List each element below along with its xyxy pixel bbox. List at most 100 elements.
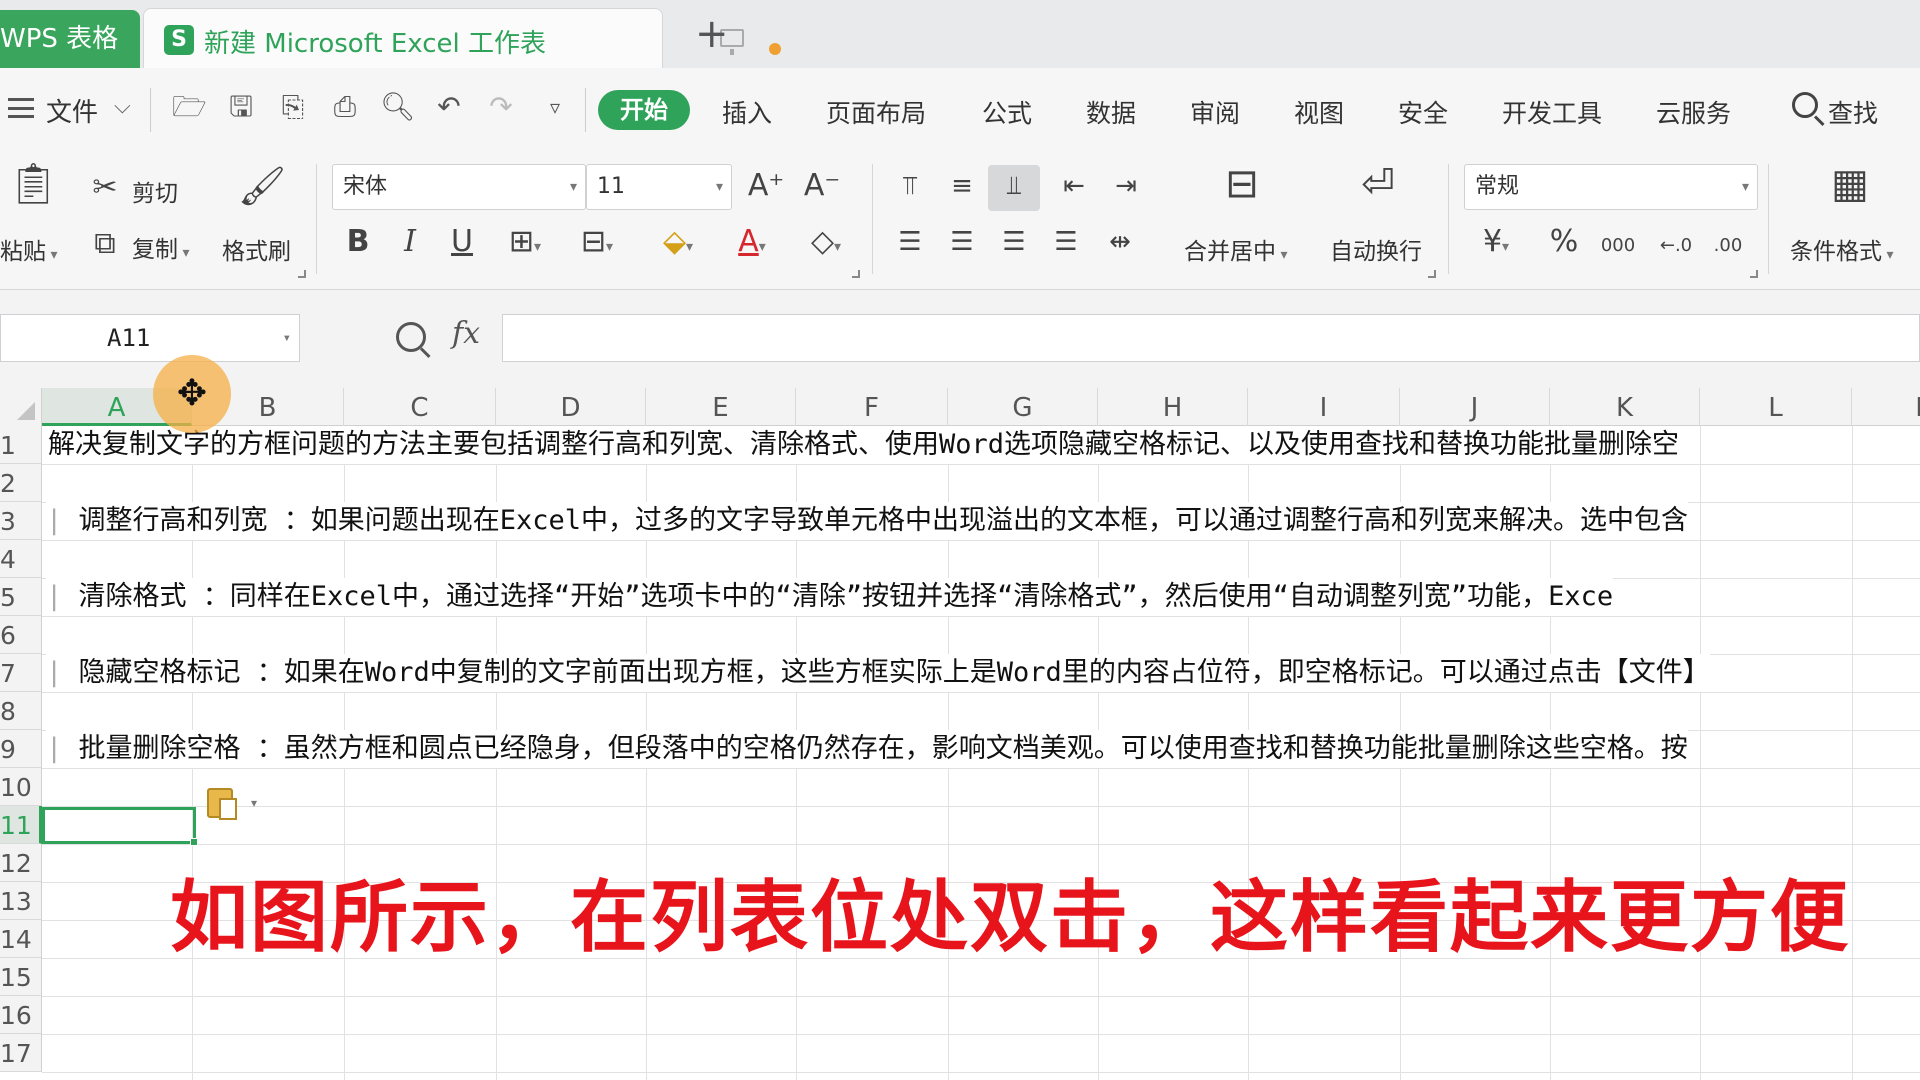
eraser-icon[interactable]: ◇▾ xyxy=(796,224,856,265)
export-icon[interactable]: ⎘ xyxy=(276,90,310,124)
select-all-corner[interactable] xyxy=(0,388,42,426)
tab-formulas[interactable]: 公式 xyxy=(982,94,1032,130)
cell-a9[interactable]: | 批量删除空格 ：虽然方框和圆点已经隐身，但段落中的空格仍然存在，影响文档美观… xyxy=(46,730,1688,768)
menu-file[interactable]: 文件 xyxy=(46,92,98,129)
row-header[interactable]: 6 xyxy=(0,616,42,654)
alignment-launcher-icon[interactable] xyxy=(1428,270,1436,278)
row-header[interactable]: 5 xyxy=(0,578,42,616)
row-header[interactable]: 9 xyxy=(0,730,42,768)
new-tab-button[interactable]: + xyxy=(695,14,729,54)
tab-view[interactable]: 视图 xyxy=(1294,94,1344,130)
formula-input[interactable] xyxy=(502,314,1920,362)
zoom-search-icon[interactable] xyxy=(396,322,426,352)
column-header-e[interactable]: E xyxy=(646,388,796,426)
cut-button[interactable]: 剪切 xyxy=(132,174,178,208)
cell-a3[interactable]: | 调整行高和列宽 ：如果问题出现在Excel中，过多的文字导致单元格中出现溢出… xyxy=(46,502,1689,540)
row-header[interactable]: 8 xyxy=(0,692,42,730)
tab-data[interactable]: 数据 xyxy=(1086,94,1136,130)
align-middle-icon[interactable]: ≡ xyxy=(942,168,982,204)
tab-cloud-services[interactable]: 云服务 xyxy=(1656,94,1731,130)
distributed-align-icon[interactable]: ⇹ xyxy=(1098,224,1142,260)
row-header-active[interactable]: 11 xyxy=(0,806,42,844)
justify-icon[interactable]: ☰ xyxy=(1046,224,1086,260)
tab-start[interactable]: 开始 xyxy=(598,90,690,130)
increase-indent-icon[interactable]: ⇥ xyxy=(1106,168,1146,204)
row-header[interactable]: 17 xyxy=(0,1034,42,1072)
increase-font-size-button[interactable]: A⁺ xyxy=(744,168,788,204)
hamburger-menu-icon[interactable] xyxy=(8,98,34,118)
paste-icon[interactable]: 📋︎ xyxy=(8,164,59,216)
font-launcher-icon[interactable] xyxy=(852,270,860,278)
font-size-select[interactable]: 11 ▾ xyxy=(586,164,732,210)
merge-center-icon[interactable]: ⊟ xyxy=(1214,164,1270,216)
row-header[interactable]: 3 xyxy=(0,502,42,540)
paste-button[interactable]: 粘贴 ▾ xyxy=(0,232,57,266)
tab-wps-home[interactable]: WPS 表格 xyxy=(0,10,140,68)
decrease-decimal-icon[interactable]: .00 xyxy=(1706,228,1750,264)
align-right-icon[interactable]: ☰ xyxy=(994,224,1034,260)
column-header-f[interactable]: F xyxy=(796,388,948,426)
row-header[interactable]: 10 xyxy=(0,768,42,806)
align-bottom-icon[interactable]: ⫫ xyxy=(994,168,1034,204)
cell-a7[interactable]: | 隐藏空格标记 ：如果在Word中复制的文字前面出现方框，这些方框实际上是Wo… xyxy=(46,654,1710,692)
row-header[interactable]: 13 xyxy=(0,882,42,920)
customize-toolbar-icon[interactable]: ▿ xyxy=(538,90,572,124)
italic-button[interactable]: I xyxy=(392,224,428,260)
clipboard-launcher-icon[interactable] xyxy=(298,270,306,278)
percent-button[interactable]: % xyxy=(1544,224,1584,260)
scissors-icon[interactable]: ✂ xyxy=(88,170,122,206)
spreadsheet-grid[interactable]: A B C D E F G H I J K L M 1 2 3 4 5 xyxy=(0,388,1920,1080)
active-cell-a11[interactable] xyxy=(42,807,196,844)
column-header-g[interactable]: G xyxy=(948,388,1098,426)
tab-page-layout[interactable]: 页面布局 xyxy=(826,94,926,130)
currency-icon[interactable]: ¥▾ xyxy=(1466,224,1526,265)
cell-a5[interactable]: | 清除格式 ：同样在Excel中，通过选择“开始”选项卡中的“清除”按钮并选择… xyxy=(46,578,1614,616)
column-header-m[interactable]: M xyxy=(1852,388,1920,426)
column-header-j[interactable]: J xyxy=(1400,388,1550,426)
align-center-icon[interactable]: ☰ xyxy=(942,224,982,260)
align-top-icon[interactable]: ⫪ xyxy=(890,168,930,204)
align-left-icon[interactable]: ☰ xyxy=(890,224,930,260)
row-header[interactable]: 12 xyxy=(0,844,42,882)
bold-button[interactable]: B xyxy=(340,224,376,260)
column-header-i[interactable]: I xyxy=(1248,388,1400,426)
font-color-button[interactable]: A▾ xyxy=(722,224,782,265)
column-header-l[interactable]: L xyxy=(1700,388,1852,426)
row-header[interactable]: 4 xyxy=(0,540,42,578)
conditional-format-icon[interactable]: ▦ xyxy=(1822,164,1878,216)
column-header-c[interactable]: C xyxy=(344,388,496,426)
decrease-indent-icon[interactable]: ⇤ xyxy=(1054,168,1094,204)
conditional-format-button[interactable]: 条件格式 ▾ xyxy=(1790,232,1893,266)
redo-icon[interactable]: ↷ xyxy=(484,90,518,124)
copy-icon[interactable]: ⧉ xyxy=(88,226,122,262)
paste-options-button[interactable]: ▾ xyxy=(207,788,265,822)
row-header[interactable]: 16 xyxy=(0,996,42,1034)
wrap-text-icon[interactable]: ⏎ xyxy=(1350,164,1406,216)
tab-developer[interactable]: 开发工具 xyxy=(1502,94,1602,130)
wrap-text-button[interactable]: 自动换行 xyxy=(1330,232,1422,266)
row-header[interactable]: 14 xyxy=(0,920,42,958)
number-launcher-icon[interactable] xyxy=(1750,270,1758,278)
number-format-select[interactable]: 常规 ▾ xyxy=(1464,164,1758,210)
tab-insert[interactable]: 插入 xyxy=(722,94,772,130)
tab-review[interactable]: 审阅 xyxy=(1190,94,1240,130)
fill-color-icon[interactable]: ⬙▾ xyxy=(648,224,708,265)
name-box[interactable]: A11 ▾ xyxy=(0,314,300,362)
row-header[interactable]: 15 xyxy=(0,958,42,996)
row-header[interactable]: 2 xyxy=(0,464,42,502)
print-icon[interactable]: ⎙ xyxy=(328,90,362,124)
open-folder-icon[interactable]: 🗁 xyxy=(172,90,207,124)
row-header[interactable]: 7 xyxy=(0,654,42,692)
font-name-select[interactable]: 宋体 ▾ xyxy=(332,164,586,210)
tab-document[interactable]: S 新建 Microsoft Excel 工作表 xyxy=(143,8,781,68)
decrease-font-size-button[interactable]: A⁻ xyxy=(800,168,844,204)
fx-icon[interactable]: fx xyxy=(452,316,480,351)
underline-button[interactable]: U xyxy=(444,224,480,260)
search-label[interactable]: 查找 xyxy=(1828,94,1878,130)
format-painter-icon[interactable]: 🖌︎ xyxy=(238,167,286,205)
chevron-down-icon[interactable]: ⌵ xyxy=(114,94,131,119)
increase-decimal-icon[interactable]: ←.0 xyxy=(1654,228,1698,264)
row-header[interactable]: 1 xyxy=(0,426,42,464)
tab-security[interactable]: 安全 xyxy=(1398,94,1448,130)
column-header-h[interactable]: H xyxy=(1098,388,1248,426)
